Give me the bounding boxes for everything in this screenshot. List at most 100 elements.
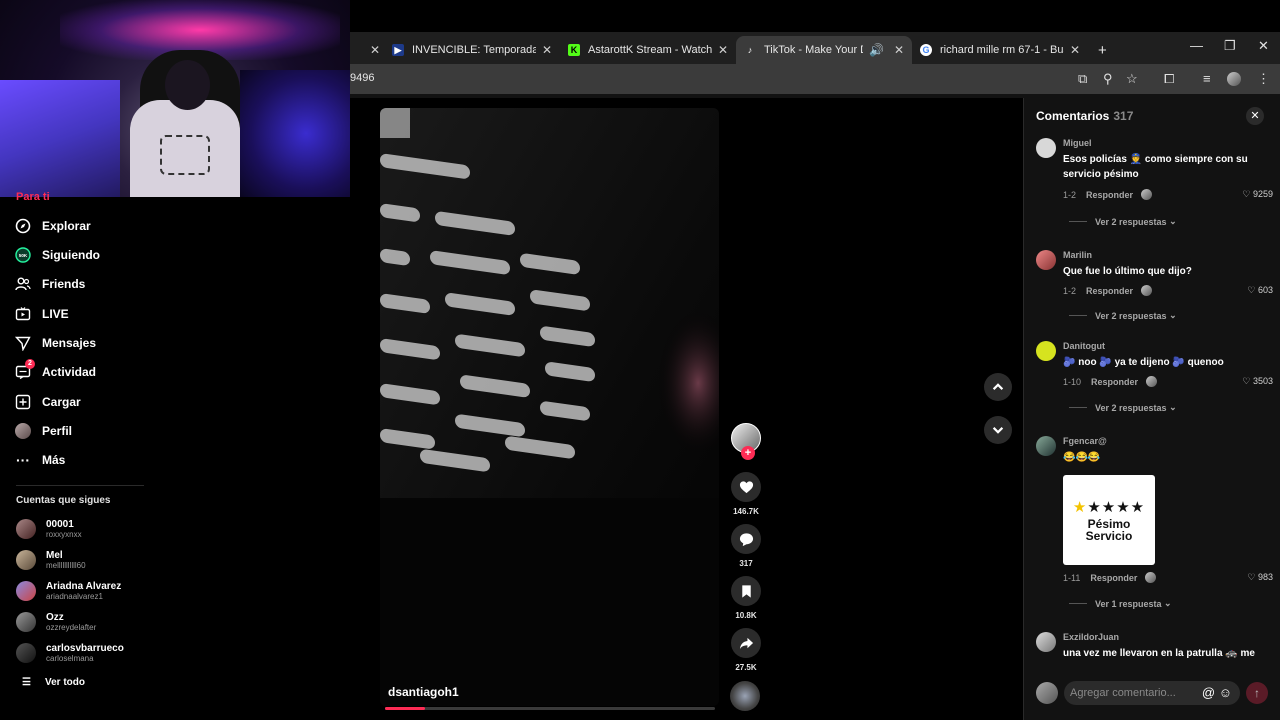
bookmark-star-icon[interactable]: ☆ [1126, 71, 1138, 87]
following-icon: 50K [14, 246, 32, 264]
comment-user[interactable]: Miguel [1063, 138, 1092, 148]
close-icon[interactable]: ✕ [894, 43, 904, 57]
video-author[interactable]: dsantiagoh1 [388, 685, 459, 699]
creator-avatar-button[interactable]: + [730, 423, 762, 460]
comment-date: 1-2 [1063, 189, 1077, 200]
account-name: 00001 [46, 519, 74, 530]
save-button[interactable]: 10.8K [730, 576, 762, 620]
nav-friends[interactable]: Friends [14, 275, 85, 293]
followed-account[interactable]: 00001 roxxyxnxx [16, 519, 82, 539]
view-replies-button[interactable]: Ver 1 respuesta ⌄ [1069, 598, 1172, 609]
comment-button[interactable]: 317 [730, 524, 762, 568]
emoji-icon[interactable]: ☺ [1219, 685, 1232, 700]
comment-like-button[interactable]: ♡ 3503 [1242, 376, 1273, 387]
url-text[interactable]: 9496 [350, 72, 374, 84]
avatar[interactable] [1036, 341, 1056, 361]
like-count: 983 [1257, 572, 1273, 582]
zoom-icon[interactable]: ⚲ [1103, 71, 1113, 87]
avatar[interactable] [1036, 632, 1056, 652]
restore-icon[interactable]: ❐ [1224, 38, 1236, 54]
follow-plus-icon[interactable]: + [741, 446, 755, 460]
comment-like-button[interactable]: ♡ 983 [1247, 572, 1273, 583]
close-icon[interactable]: ✕ [1070, 43, 1080, 57]
followed-account[interactable]: Ariadna Alvarez ariadnaalvarez1 [16, 581, 121, 601]
left-sidebar: Para ti Explorar 50K Siguiendo Friends L… [0, 191, 350, 720]
like-button[interactable]: 146.7K [730, 472, 762, 516]
bookmark-icon [731, 576, 761, 606]
comment-meta: 1-2 Responder ♡ 603 [1063, 285, 1273, 296]
nav-mensajes[interactable]: Mensajes [14, 334, 96, 352]
comment-input[interactable]: Agregar comentario... @ ☺ [1064, 681, 1240, 705]
nav-para-ti[interactable]: Para ti [16, 191, 50, 203]
nav-actividad[interactable]: 2 Actividad [14, 359, 96, 381]
mention-icon[interactable]: @ [1202, 685, 1215, 700]
reply-button[interactable]: Responder [1086, 286, 1133, 296]
upload-icon [14, 393, 32, 411]
view-replies-button[interactable]: Ver 2 respuestas ⌄ [1069, 402, 1177, 413]
share-button[interactable]: 27.5K [730, 628, 762, 672]
see-all-link[interactable]: ☰ Ver todo [22, 677, 85, 688]
nav-siguiendo[interactable]: 50K Siguiendo [14, 246, 100, 264]
nav-mas[interactable]: ··· Más [14, 451, 65, 469]
tab-close-partial[interactable]: ✕ [356, 36, 386, 64]
nav-perfil[interactable]: Perfil [14, 422, 72, 440]
comment-bubble-icon [731, 524, 761, 554]
close-comments-button[interactable]: ✕ [1246, 107, 1264, 125]
comment-like-button[interactable]: ♡ 603 [1247, 285, 1273, 296]
comment-like-button[interactable]: ♡ 9259 [1242, 189, 1273, 200]
avatar[interactable] [1036, 436, 1056, 456]
avatar[interactable] [1036, 250, 1056, 270]
tab-tiktok[interactable]: ♪ TikTok - Make Your Day 🔊 ✕ [736, 36, 912, 64]
tab-kick[interactable]: K AstarottK Stream - Watch Live on K ✕ [560, 36, 736, 64]
close-icon[interactable]: ✕ [718, 43, 728, 57]
followed-account[interactable]: Mel melllllllllll60 [16, 550, 86, 570]
nav-live[interactable]: LIVE [14, 305, 69, 323]
close-icon[interactable]: ✕ [542, 43, 552, 57]
reply-button[interactable]: Responder [1091, 377, 1138, 387]
avatar [16, 612, 36, 632]
tab-title: INVENCIBLE: Temporada 4 Episodi [412, 44, 536, 56]
send-comment-button[interactable]: ↑ [1246, 682, 1268, 704]
comment-text: 😂😂😂 [1063, 452, 1101, 463]
music-disc-icon[interactable] [730, 681, 760, 711]
tab-title: AstarottK Stream - Watch Live on K [588, 44, 712, 56]
next-video-button[interactable] [984, 416, 1012, 444]
tab-invencible[interactable]: ▶ INVENCIBLE: Temporada 4 Episodi ✕ [384, 36, 560, 64]
view-replies-button[interactable]: Ver 2 respuestas ⌄ [1069, 310, 1177, 321]
profile-avatar[interactable] [1227, 72, 1241, 86]
reply-button[interactable]: Responder [1086, 190, 1133, 200]
light-glow [240, 70, 350, 197]
divider [1069, 603, 1087, 604]
creator-liked-avatar [1145, 572, 1157, 583]
extensions-icon[interactable]: ⧠ [1164, 71, 1174, 87]
new-tab-button[interactable]: + [1090, 36, 1114, 64]
install-app-icon[interactable]: ⧉ [1078, 71, 1087, 87]
more-icon: ··· [16, 452, 30, 468]
comment-user[interactable]: Fgencar@ [1063, 436, 1107, 446]
followed-account[interactable]: carlosvbarrueco carloselmana [16, 643, 124, 663]
close-icon[interactable]: ✕ [370, 43, 380, 57]
comment-user[interactable]: Marilin [1063, 250, 1092, 260]
avatar [16, 550, 36, 570]
video-progress-bar[interactable] [385, 707, 715, 710]
address-bar[interactable]: 9496 ⧉ ⚲ ☆ ⧠ ≡ ⋮ [350, 64, 1280, 94]
menu-dots-icon[interactable]: ⋮ [1257, 71, 1270, 87]
light-glow [0, 80, 120, 197]
media-control-icon[interactable]: ≡ [1203, 71, 1211, 86]
video-player[interactable] [380, 108, 719, 706]
previous-video-button[interactable] [984, 373, 1012, 401]
reply-button[interactable]: Responder [1090, 573, 1137, 583]
avatar: + [731, 423, 761, 460]
nav-explorar[interactable]: Explorar [14, 217, 91, 235]
comment-user[interactable]: ExzildorJuan [1063, 632, 1119, 642]
avatar[interactable] [1036, 138, 1056, 158]
followed-account[interactable]: Ozz ozzreydelafter [16, 612, 96, 632]
comment-meta: 1-11 Responder ♡ 983 [1063, 572, 1273, 583]
comment-user[interactable]: Danitogut [1063, 341, 1105, 351]
tab-google[interactable]: G richard mille rm 67-1 - Buscar con ✕ [912, 36, 1088, 64]
nav-cargar[interactable]: Cargar [14, 393, 81, 411]
minimize-icon[interactable]: — [1190, 38, 1203, 53]
view-replies-button[interactable]: Ver 2 respuestas ⌄ [1069, 216, 1177, 227]
speaker-icon[interactable]: 🔊 [869, 43, 884, 57]
window-close-icon[interactable]: ✕ [1258, 38, 1269, 54]
